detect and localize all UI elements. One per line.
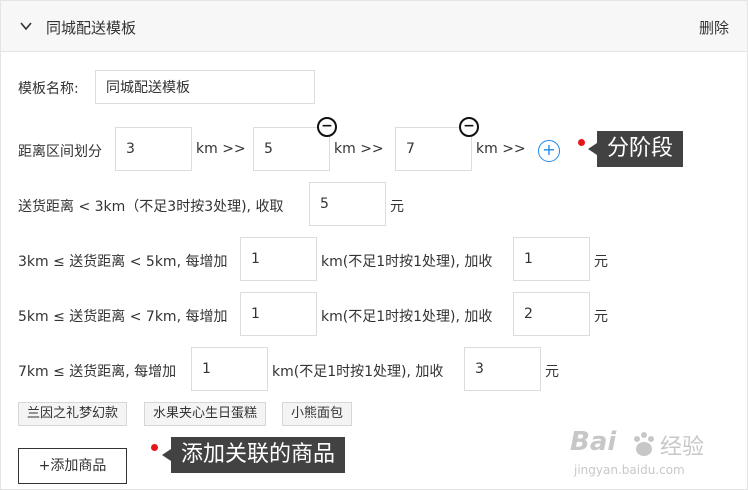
distance-input-1[interactable] [115,127,192,171]
watermark-brand: Bai [570,427,617,457]
annotation-segment: 分阶段 [587,131,684,167]
delete-button[interactable]: 删除 [699,17,729,38]
watermark-logo: Bai 经验 jingyan.baidu.com [566,425,736,485]
annotation-marker-segment [578,139,585,146]
rule4-mid: km(不足1时按1处理), 加收 [272,364,444,380]
rule4-fee-input[interactable] [464,347,541,391]
rule3-step-input[interactable] [240,292,317,336]
rule3-prefix: 5km ≤ 送货距离 < 7km, 每增加 [18,309,228,325]
template-name-input[interactable] [95,70,315,104]
unit-arrow-1: km >> [196,141,246,157]
distance-input-3[interactable] [395,127,472,171]
product-tag[interactable]: 小熊面包 [282,402,353,426]
card-title: 同城配送模板 [46,19,137,37]
annotation-marker-related [151,444,158,451]
product-tag[interactable]: 水果夹心生日蛋糕 [144,402,267,426]
annotation-related-products: 添加关联的商品 [161,437,346,473]
rule2-prefix: 3km ≤ 送货距离 < 5km, 每增加 [18,254,228,270]
rule4-step-input[interactable] [191,347,268,391]
watermark-url: jingyan.baidu.com [574,463,685,477]
rule3-currency: 元 [594,309,608,325]
rule2-fee-input[interactable] [513,237,590,281]
watermark-brand-2: 经验 [660,435,705,460]
unit-arrow-3: km >> [476,141,526,157]
rule3-fee-input[interactable] [513,292,590,336]
rule1-text: 送货距离 < 3km（不足3时按3处理), 收取 [18,199,284,215]
distance-input-2[interactable] [253,127,330,171]
card-header[interactable]: 同城配送模板 删除 [1,1,747,52]
rule4-currency: 元 [545,364,559,380]
rule2-currency: 元 [594,254,608,270]
paw-icon [634,432,654,456]
product-tag[interactable]: 兰因之礼梦幻款 [18,402,128,426]
rule3-mid: km(不足1时按1处理), 加收 [321,309,493,325]
rule4-prefix: 7km ≤ 送货距离, 每增加 [18,364,177,380]
distance-range-label: 距离区间划分 [18,144,102,160]
rule1-fee-input[interactable] [309,182,386,226]
rule2-step-input[interactable] [240,237,317,281]
rule1-currency: 元 [390,199,404,215]
remove-segment-3-icon[interactable]: − [459,117,479,137]
unit-arrow-2: km >> [334,141,384,157]
chevron-down-icon[interactable] [19,19,33,33]
add-segment-icon[interactable]: + [538,140,560,162]
add-products-button[interactable]: +添加商品 [18,448,127,484]
template-name-label: 模板名称: [18,81,79,97]
rule2-mid: km(不足1时按1处理), 加收 [321,254,493,270]
remove-segment-2-icon[interactable]: − [317,117,337,137]
